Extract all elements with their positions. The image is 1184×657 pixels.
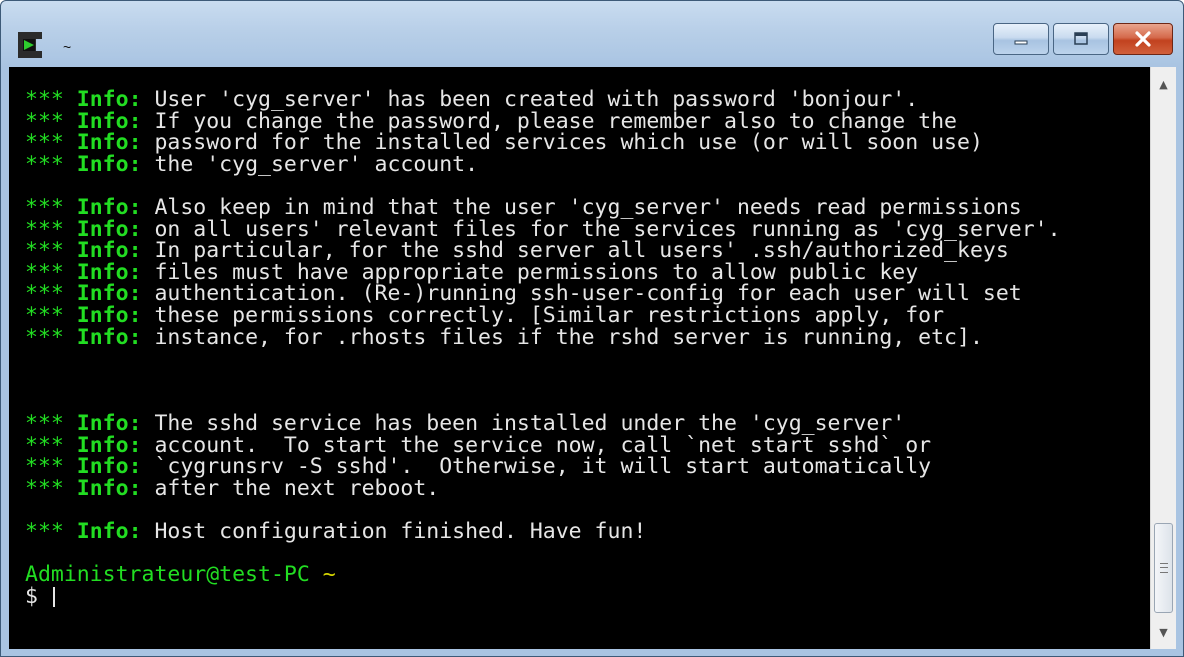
cygwin-terminal-icon[interactable] [17,31,57,59]
terminal-line: *** Info: Also keep in mind that the use… [25,197,1061,219]
grip-icon [1159,563,1168,573]
terminal-line: *** Info: the 'cyg_server' account. [25,151,1061,177]
terminal-line: *** Info: authentication. (Re-)running s… [25,283,1061,305]
scrollbar-thumb[interactable] [1154,523,1173,613]
maximize-button[interactable] [1053,23,1109,55]
terminal-line: *** Info: The sshd service has been inst… [25,413,1061,435]
terminal-line: *** Info: `cygrunsrv -S sshd'. Otherwise… [25,456,1061,478]
prompt-line: Administrateur@test-PC ~ [25,564,1061,586]
terminal-line: *** Info: If you change the password, pl… [25,110,1061,133]
prompt-symbol: $ [25,583,51,609]
line-text: the 'cyg_server' account. [141,151,479,177]
command-input-line[interactable]: $ [25,583,1061,609]
prompt-path: ~ [309,562,336,588]
terminal-line: *** Info: instance, for .rhosts files if… [25,324,1061,350]
info-label: Info: [63,518,142,544]
caption-buttons [993,23,1173,57]
title-bar[interactable]: ~ [1,1,1183,65]
info-label: Info: [63,324,142,350]
prompt-user-host: Administrateur@test-PC [25,562,310,588]
info-label: Info: [63,475,142,501]
info-stars: *** [25,324,64,350]
terminal-line: *** Info: account. To start the service … [25,434,1061,457]
terminal-line: *** Info: files must have appropriate pe… [25,261,1061,284]
terminal-line: *** Info: password for the installed ser… [25,132,1061,154]
terminal-line: *** Info: In particular, for the sshd se… [25,240,1061,262]
terminal-line: *** Info: on all users' relevant files f… [25,218,1061,241]
terminal-output[interactable]: *** Info: User 'cyg_server' has been cre… [9,67,1150,649]
close-icon [1135,31,1151,47]
line-text: after the next reboot. [141,475,440,501]
scroll-up-arrow-icon[interactable]: ▲ [1151,73,1176,95]
terminal-line: *** Info: these permissions correctly. [… [25,305,1061,327]
line-text: instance, for .rhosts files if the rshd … [141,324,983,350]
window-title: ~ [63,39,72,55]
close-button[interactable] [1113,23,1173,55]
scroll-down-arrow-icon[interactable]: ▼ [1151,621,1176,643]
info-label: Info: [63,151,142,177]
text-cursor [52,586,55,607]
info-stars: *** [25,518,64,544]
vertical-scrollbar[interactable]: ▲ ▼ [1150,67,1176,649]
info-stars: *** [25,475,64,501]
minimize-icon [1014,40,1028,45]
maximize-icon [1074,32,1088,45]
minimize-button[interactable] [993,23,1049,55]
terminal-text: *** Info: User 'cyg_server' has been cre… [25,89,1061,607]
line-text: Host configuration finished. Have fun! [141,518,647,544]
terminal-line: *** Info: User 'cyg_server' has been cre… [25,89,1061,111]
terminal-line: *** Info: after the next reboot. [25,475,1061,501]
terminal-line: *** Info: Host configuration finished. H… [25,521,1061,543]
terminal-window: ~ *** Info: User 'cyg_server' has been c… [0,0,1184,657]
info-stars: *** [25,151,64,177]
